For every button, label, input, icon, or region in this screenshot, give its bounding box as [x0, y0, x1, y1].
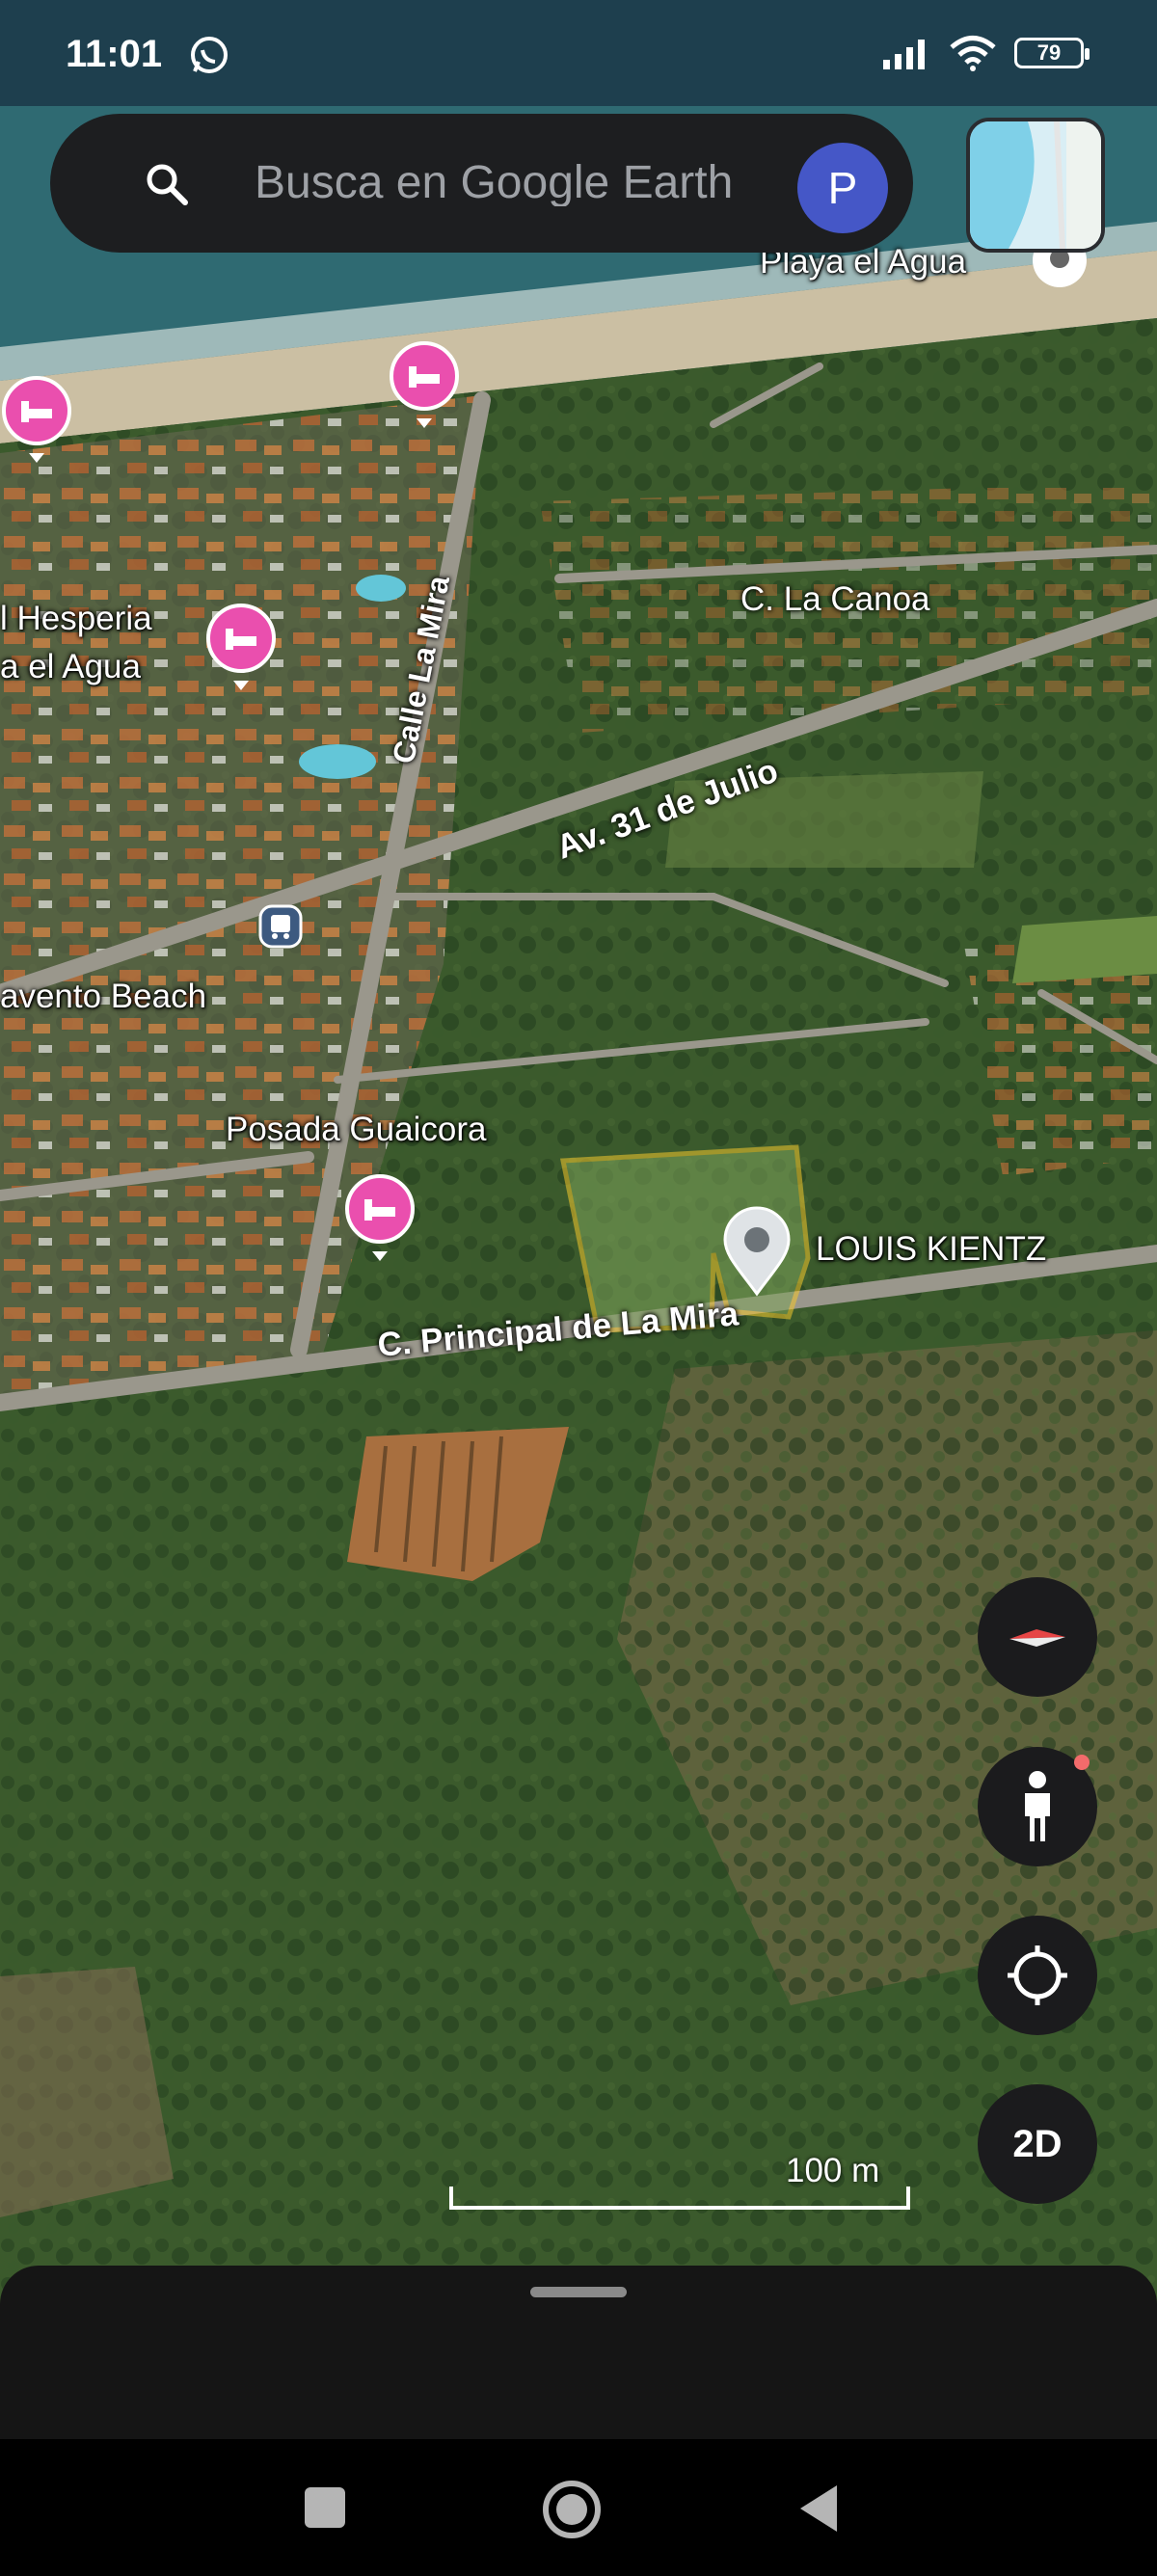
place-label-louis-kientz[interactable]: LOUIS KIENTZ [816, 1230, 1046, 1269]
avatar[interactable]: P [797, 143, 888, 233]
back-icon[interactable] [796, 2483, 841, 2534]
my-location-icon [1008, 1945, 1067, 2005]
road-label-c-la-canoa: C. La Canoa [740, 580, 930, 618]
sheet-drag-handle[interactable] [530, 2287, 627, 2297]
status-bar: 11:01 79 [0, 0, 1157, 114]
wifi-icon [950, 36, 996, 71]
hotel-pin-icon[interactable] [0, 374, 73, 463]
compass-icon [1009, 1629, 1065, 1647]
place-label-posada-guaicora[interactable]: Posada Guaicora [226, 1111, 486, 1149]
place-label-hesperia-line2[interactable]: a el Agua [0, 648, 141, 686]
compass-button[interactable] [978, 1577, 1097, 1697]
search-input[interactable] [255, 158, 794, 206]
hotel-pin-icon[interactable] [343, 1172, 417, 1261]
battery-level: 79 [1036, 40, 1062, 65]
hotel-pin-icon[interactable] [388, 339, 461, 428]
map-layer-button[interactable] [966, 118, 1105, 253]
bus-stop-icon[interactable] [258, 904, 303, 949]
view-mode-2d-button[interactable]: 2D [978, 2084, 1097, 2204]
map-layer-icon [970, 121, 1101, 249]
scale-label: 100 m [786, 2152, 880, 2189]
system-navigation-bar [0, 2439, 1157, 2576]
scale-bar [449, 2187, 910, 2210]
signal-icon [883, 40, 925, 69]
whatsapp-icon [191, 37, 228, 73]
status-time: 11:01 [66, 33, 163, 75]
avatar-letter: P [827, 163, 858, 213]
selected-location-pin-icon[interactable] [719, 1205, 794, 1298]
place-label-barlovento[interactable]: avento Beach [0, 978, 206, 1016]
hotel-pin-icon[interactable] [204, 602, 278, 690]
view-mode-label: 2D [1012, 2122, 1063, 2165]
place-label-hesperia-line1[interactable]: l Hesperia [0, 600, 152, 638]
notification-dot [1074, 1755, 1090, 1770]
recents-icon[interactable] [303, 2485, 347, 2530]
home-icon[interactable] [542, 2480, 602, 2539]
street-view-button[interactable] [978, 1747, 1097, 1866]
pegman-icon [1025, 1771, 1050, 1841]
search-bar[interactable] [50, 114, 913, 253]
battery-icon: 79 [1014, 38, 1090, 68]
my-location-button[interactable] [978, 1916, 1097, 2035]
bottom-sheet[interactable] [0, 2266, 1157, 2439]
search-icon[interactable] [145, 162, 189, 206]
